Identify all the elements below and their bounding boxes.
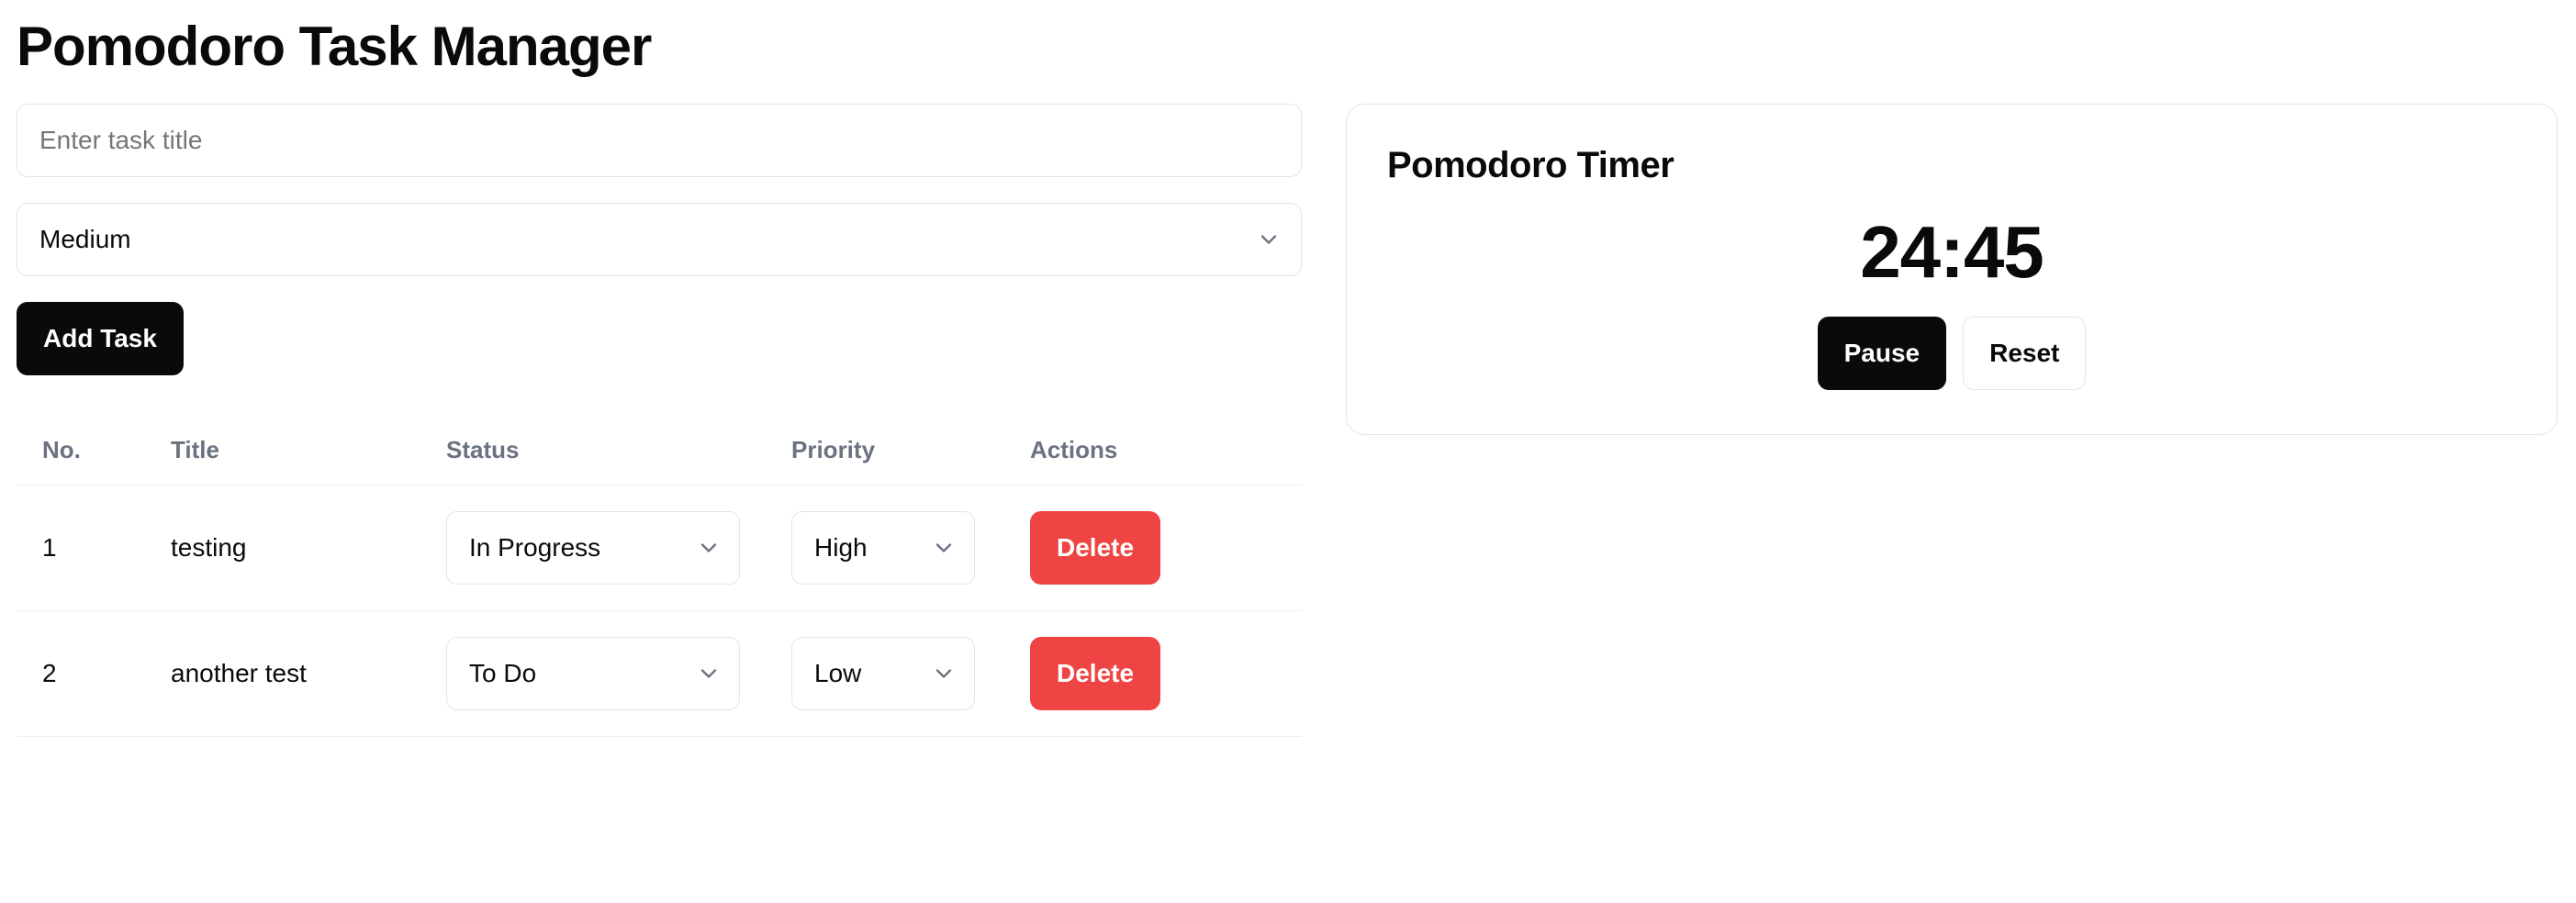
col-header-status: Status	[420, 416, 766, 485]
table-row: 2 another test To Do	[17, 611, 1302, 737]
status-select[interactable]: To Do	[446, 637, 740, 710]
cell-actions: Delete	[1004, 485, 1302, 611]
delete-button[interactable]: Delete	[1030, 511, 1160, 585]
cell-priority: Low	[766, 611, 1004, 737]
col-header-title: Title	[145, 416, 420, 485]
cell-title: another test	[145, 611, 420, 737]
col-header-priority: Priority	[766, 416, 1004, 485]
timer-heading: Pomodoro Timer	[1387, 145, 2516, 186]
tasks-table: No. Title Status Priority Actions 1 test…	[17, 416, 1302, 737]
timer-card: Pomodoro Timer 24:45 Pause Reset	[1346, 104, 2558, 435]
task-priority-select-wrap: Medium	[17, 203, 1302, 276]
tasks-table-header-row: No. Title Status Priority Actions	[17, 416, 1302, 485]
table-row: 1 testing In Progress	[17, 485, 1302, 611]
priority-select[interactable]: High	[791, 511, 975, 585]
cell-title: testing	[145, 485, 420, 611]
add-task-button[interactable]: Add Task	[17, 302, 184, 375]
timer-buttons: Pause Reset	[1387, 317, 2516, 390]
cell-priority: High	[766, 485, 1004, 611]
timer-value: 24:45	[1387, 210, 2516, 295]
reset-button[interactable]: Reset	[1963, 317, 2086, 390]
task-title-input[interactable]	[17, 104, 1302, 177]
priority-select[interactable]: Low	[791, 637, 975, 710]
cell-no: 2	[17, 611, 145, 737]
cell-status: In Progress	[420, 485, 766, 611]
page-title: Pomodoro Task Manager	[17, 15, 2559, 78]
cell-actions: Delete	[1004, 611, 1302, 737]
col-header-no: No.	[17, 416, 145, 485]
col-header-actions: Actions	[1004, 416, 1302, 485]
task-form: Medium Add Task	[17, 104, 1302, 375]
cell-status: To Do	[420, 611, 766, 737]
timer-panel: Pomodoro Timer 24:45 Pause Reset	[1346, 104, 2558, 435]
task-priority-select[interactable]: Medium	[17, 203, 1302, 276]
status-select[interactable]: In Progress	[446, 511, 740, 585]
task-panel: Medium Add Task No. Title Status Priorit…	[17, 104, 1302, 737]
cell-no: 1	[17, 485, 145, 611]
pause-button[interactable]: Pause	[1818, 317, 1947, 390]
delete-button[interactable]: Delete	[1030, 637, 1160, 710]
